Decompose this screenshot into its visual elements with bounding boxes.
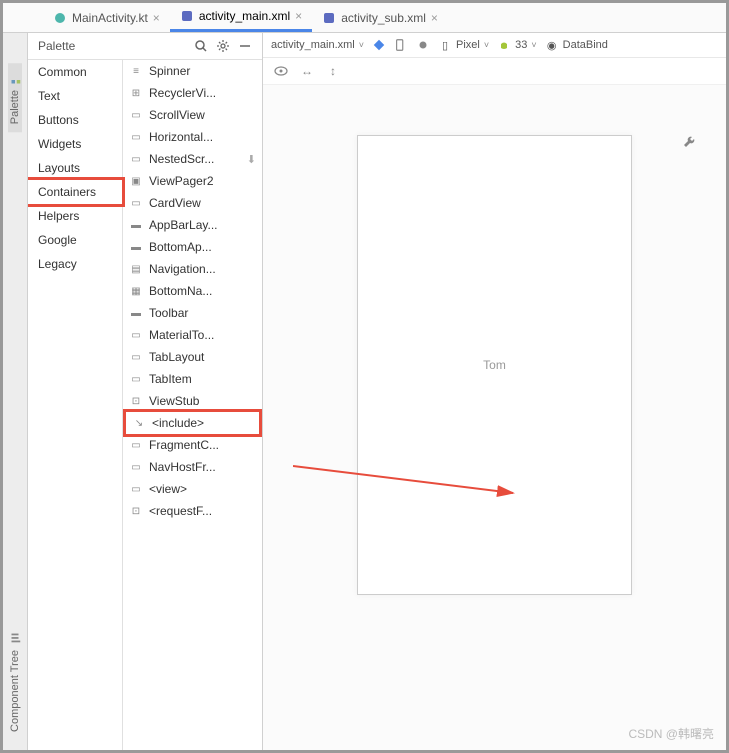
component-toolbar[interactable]: ▬Toolbar [123,302,262,324]
component-navhostfragment[interactable]: ▭NavHostFr... [123,456,262,478]
device-selector[interactable]: ▯Pixel˅ [438,38,489,52]
component-materialtoolbar[interactable]: ▭MaterialTo... [123,324,262,346]
component-bottomappbar[interactable]: ▬BottomAp... [123,236,262,258]
component-requestfocus[interactable]: ⊡<requestF... [123,500,262,522]
component-viewpager2[interactable]: ▣ViewPager2 [123,170,262,192]
phone-icon: ▯ [438,38,452,52]
component-bottomnavigation[interactable]: ▦BottomNa... [123,280,262,302]
palette-title: Palette [38,39,75,53]
category-containers[interactable]: Containers [28,177,125,207]
tab-mainactivity[interactable]: MainActivity.kt × [43,3,170,32]
kotlin-file-icon [53,11,67,25]
design-sub-toolbar: ↔ ↕ [263,58,726,85]
design-panel: activity_main.xml˅ ▯Pixel˅ 33˅ ◉DataBind… [263,33,726,750]
category-widgets[interactable]: Widgets [28,132,122,156]
component-cardview[interactable]: ▭CardView [123,192,262,214]
category-legacy[interactable]: Legacy [28,252,122,276]
download-icon[interactable]: ⬇ [247,153,256,166]
spinner-icon: ≡ [129,64,143,78]
bottomnav-icon: ▦ [129,284,143,298]
viewpager-icon: ▣ [129,174,143,188]
bottomappbar-icon: ▬ [129,240,143,254]
chevron-down-icon: ˅ [531,40,536,50]
theme-icon: ◉ [545,38,559,52]
component-recyclerview[interactable]: ⊞RecyclerVi... [123,82,262,104]
view-icon: ▭ [129,482,143,496]
palette-component-list: ≡Spinner ⊞RecyclerVi... ▭ScrollView ▭Hor… [123,60,262,750]
close-icon[interactable]: × [431,11,438,25]
tab-activity-sub[interactable]: activity_sub.xml × [312,3,448,32]
component-nestedscrollview[interactable]: ▭NestedScr...⬇ [123,148,262,170]
tab-label: activity_sub.xml [341,11,426,25]
requestfocus-icon: ⊡ [129,504,143,518]
left-tool-strip: Palette Component Tree [3,33,28,750]
category-buttons[interactable]: Buttons [28,108,122,132]
materialtoolbar-icon: ▭ [129,328,143,342]
tab-label: activity_main.xml [199,9,290,23]
palette-category-list: Common Text Buttons Widgets Layouts Cont… [28,60,123,750]
layout-file-selector[interactable]: activity_main.xml˅ [271,39,364,51]
file-tabs-bar: MainActivity.kt × activity_main.xml × ac… [3,3,726,33]
palette-icon [8,71,22,85]
design-surface-icon[interactable] [372,38,386,52]
preview-text: Tom [483,358,506,372]
recyclerview-icon: ⊞ [129,86,143,100]
component-navigationview[interactable]: ▤Navigation... [123,258,262,280]
android-icon [497,38,511,52]
design-canvas[interactable]: Tom [263,85,726,750]
chevron-down-icon: ˅ [359,40,364,50]
component-include[interactable]: ↘<include> [123,409,262,437]
category-google[interactable]: Google [28,228,122,252]
category-helpers[interactable]: Helpers [28,204,122,228]
component-horizontalscrollview[interactable]: ▭Horizontal... [123,126,262,148]
tab-activity-main[interactable]: activity_main.xml × [170,3,312,32]
close-icon[interactable]: × [153,11,160,25]
component-fragmentcontainer[interactable]: ▭FragmentC... [123,434,262,456]
design-toolbar: activity_main.xml˅ ▯Pixel˅ 33˅ ◉DataBind [263,33,726,58]
component-tree-tool-tab[interactable]: Component Tree [8,623,22,740]
palette-panel: Palette Common Text Buttons Widgets [28,33,263,750]
cardview-icon: ▭ [129,196,143,210]
include-icon: ↘ [132,416,146,430]
xml-file-icon [180,9,194,23]
palette-tool-tab[interactable]: Palette [8,63,22,132]
component-tabitem[interactable]: ▭TabItem [123,368,262,390]
theme-selector[interactable]: ◉DataBind [545,38,608,52]
horizontalscroll-icon: ▭ [129,130,143,144]
xml-file-icon [322,11,336,25]
close-icon[interactable]: × [295,9,302,23]
nestedscroll-icon: ▭ [129,152,143,166]
eye-icon[interactable] [273,63,289,79]
component-scrollview[interactable]: ▭ScrollView [123,104,262,126]
category-text[interactable]: Text [28,84,122,108]
wrench-icon[interactable] [682,135,696,152]
orientation-icon[interactable] [394,38,408,52]
search-icon[interactable] [194,39,208,53]
navigation-icon: ▤ [129,262,143,276]
minimize-icon[interactable] [238,39,252,53]
tree-icon [8,631,22,645]
category-common[interactable]: Common [28,60,122,84]
fragment-icon: ▭ [129,438,143,452]
device-preview[interactable]: Tom [357,135,632,595]
pan-icon[interactable]: ↔ [299,63,315,79]
component-spinner[interactable]: ≡Spinner [123,60,262,82]
watermark-text: CSDN @韩曙亮 [628,725,714,742]
api-selector[interactable]: 33˅ [497,38,537,52]
gear-icon[interactable] [216,39,230,53]
component-appbarlayout[interactable]: ▬AppBarLay... [123,214,262,236]
toolbar-icon: ▬ [129,306,143,320]
tablayout-icon: ▭ [129,350,143,364]
tab-label: MainActivity.kt [72,11,148,25]
viewstub-icon: ⊡ [129,394,143,408]
component-view[interactable]: ▭<view> [123,478,262,500]
scrollview-icon: ▭ [129,108,143,122]
night-mode-icon[interactable] [416,38,430,52]
resize-icon[interactable]: ↕ [325,63,341,79]
component-tablayout[interactable]: ▭TabLayout [123,346,262,368]
appbar-icon: ▬ [129,218,143,232]
tabitem-icon: ▭ [129,372,143,386]
chevron-down-icon: ˅ [484,40,489,50]
navhost-icon: ▭ [129,460,143,474]
